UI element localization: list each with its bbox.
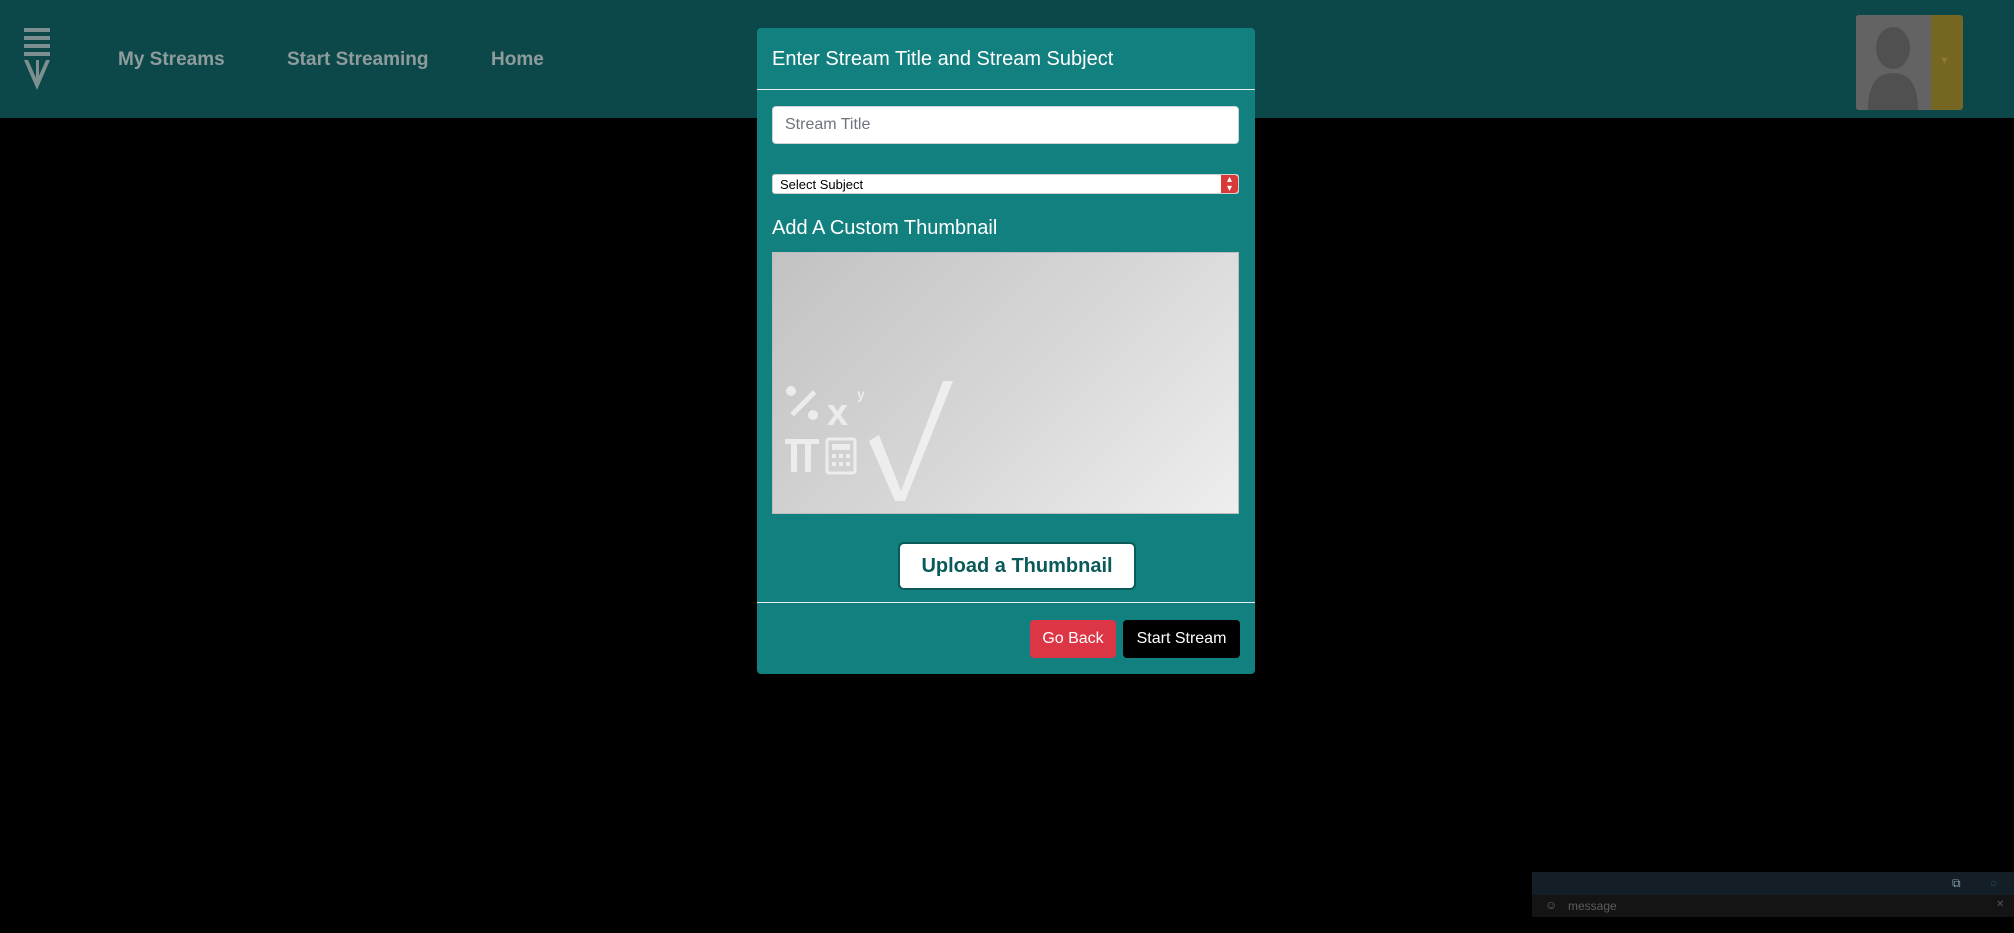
chat-widget: ⧉ ○ ☺ message ✕ — [1532, 872, 2014, 920]
select-arrows-icon: ▴ ▾ — [1221, 175, 1238, 194]
upload-thumbnail-button[interactable]: Upload a Thumbnail — [898, 542, 1136, 590]
emoji-icon[interactable]: ☺ — [1545, 898, 1557, 912]
nav-start-streaming[interactable]: Start Streaming — [287, 49, 428, 71]
svg-text:y: y — [857, 386, 865, 402]
nav-home[interactable]: Home — [491, 49, 544, 71]
status-icon: ○ — [1990, 876, 1998, 890]
svg-text:x: x — [827, 392, 848, 434]
nav-my-streams[interactable]: My Streams — [118, 49, 225, 71]
logo-icon[interactable] — [22, 28, 54, 90]
chat-header: ⧉ ○ — [1532, 872, 2014, 895]
math-symbols-icon: x y — [785, 381, 953, 501]
start-stream-button[interactable]: Start Stream — [1123, 620, 1240, 658]
go-back-button[interactable]: Go Back — [1030, 620, 1116, 658]
thumbnail-heading: Add A Custom Thumbnail — [772, 217, 998, 239]
avatar — [1856, 15, 1931, 110]
chat-input-row[interactable]: ☺ message ✕ — [1532, 895, 2014, 917]
modal-body: Select Subject ▴▾ Add A Custom Thumbnail… — [757, 90, 1255, 602]
subject-select-value: Select Subject — [780, 177, 864, 192]
modal-footer: Go Back Start Stream — [757, 602, 1255, 674]
modal-title: Enter Stream Title and Stream Subject — [772, 48, 1114, 70]
start-stream-modal: Enter Stream Title and Stream Subject Se… — [757, 28, 1255, 674]
user-menu[interactable]: ▼ — [1856, 15, 1963, 110]
thumbnail-preview: x y — [772, 252, 1239, 514]
close-icon[interactable]: ✕ — [1996, 899, 2004, 910]
chat-message-input[interactable]: message — [1568, 899, 1617, 913]
external-link-icon[interactable]: ⧉ — [1952, 876, 1961, 891]
subject-select[interactable]: Select Subject ▴ ▾ — [772, 174, 1239, 194]
stream-title-input[interactable] — [772, 106, 1239, 144]
page: My Streams Start Streaming Home ▼ Enter … — [0, 0, 2014, 933]
modal-header: Enter Stream Title and Stream Subject — [757, 28, 1255, 90]
chevron-down-icon[interactable]: ▼ — [1939, 55, 1950, 67]
